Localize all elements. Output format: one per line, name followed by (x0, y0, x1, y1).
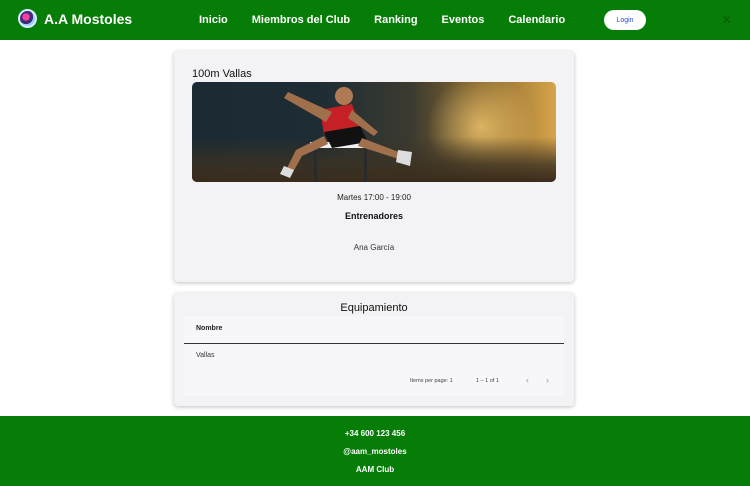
footer: +34 600 123 456 @aam_mostoles AAM Club (0, 416, 750, 486)
club-logo-icon (18, 9, 37, 28)
equipment-card: Equipamiento Nombre Vallas Items per pag… (174, 293, 574, 406)
header-divider (184, 343, 564, 344)
hurdler-photo (192, 82, 556, 182)
nav-item-inicio[interactable]: Inicio (199, 14, 228, 26)
coaches-heading: Entrenadores (344, 211, 404, 221)
training-schedule: Martes 17:00 - 19:00 (337, 193, 411, 202)
login-button[interactable]: Login (604, 10, 646, 30)
footer-phone[interactable]: +34 600 123 456 (0, 429, 750, 438)
equipment-table: Nombre Vallas Items per page: 1 1 – 1 of… (184, 316, 564, 396)
nav-item-miembros[interactable]: Miembros del Club (252, 14, 350, 26)
page-range: 1 – 1 of 1 (476, 378, 499, 384)
footer-social[interactable]: @aam_mostoles (0, 447, 750, 456)
nav-item-ranking[interactable]: Ranking (374, 14, 417, 26)
footer-club: AAM Club (355, 465, 395, 474)
training-card: 100m Vallas Martes 17:00 - 19:00 Entrena… (174, 51, 574, 282)
column-header-nombre[interactable]: Nombre (196, 325, 222, 332)
main-nav: Inicio Miembros del Club Ranking Eventos… (199, 14, 589, 26)
top-navbar: A.A Mostoles Inicio Miembros del Club Ra… (0, 0, 750, 40)
items-per-page-label: Items per page: 1 (410, 378, 453, 384)
training-title: 100m Vallas (192, 68, 252, 80)
equipment-title: Equipamiento (340, 302, 408, 314)
brand[interactable]: A.A Mostoles (18, 9, 132, 28)
table-row: Vallas (196, 352, 215, 359)
items-per-page-text: Items per page: (410, 378, 449, 384)
brand-title: A.A Mostoles (44, 10, 133, 27)
hurdler-figure (280, 87, 412, 182)
coach-name: Ana García (353, 243, 395, 252)
nav-item-eventos[interactable]: Eventos (442, 14, 485, 26)
close-icon[interactable]: ✕ (722, 13, 732, 27)
items-per-page-select[interactable]: 1 (450, 378, 453, 384)
nav-item-calendario[interactable]: Calendario (508, 14, 565, 26)
chevron-right-icon[interactable]: › (546, 375, 549, 385)
chevron-left-icon[interactable]: ‹ (526, 375, 529, 385)
